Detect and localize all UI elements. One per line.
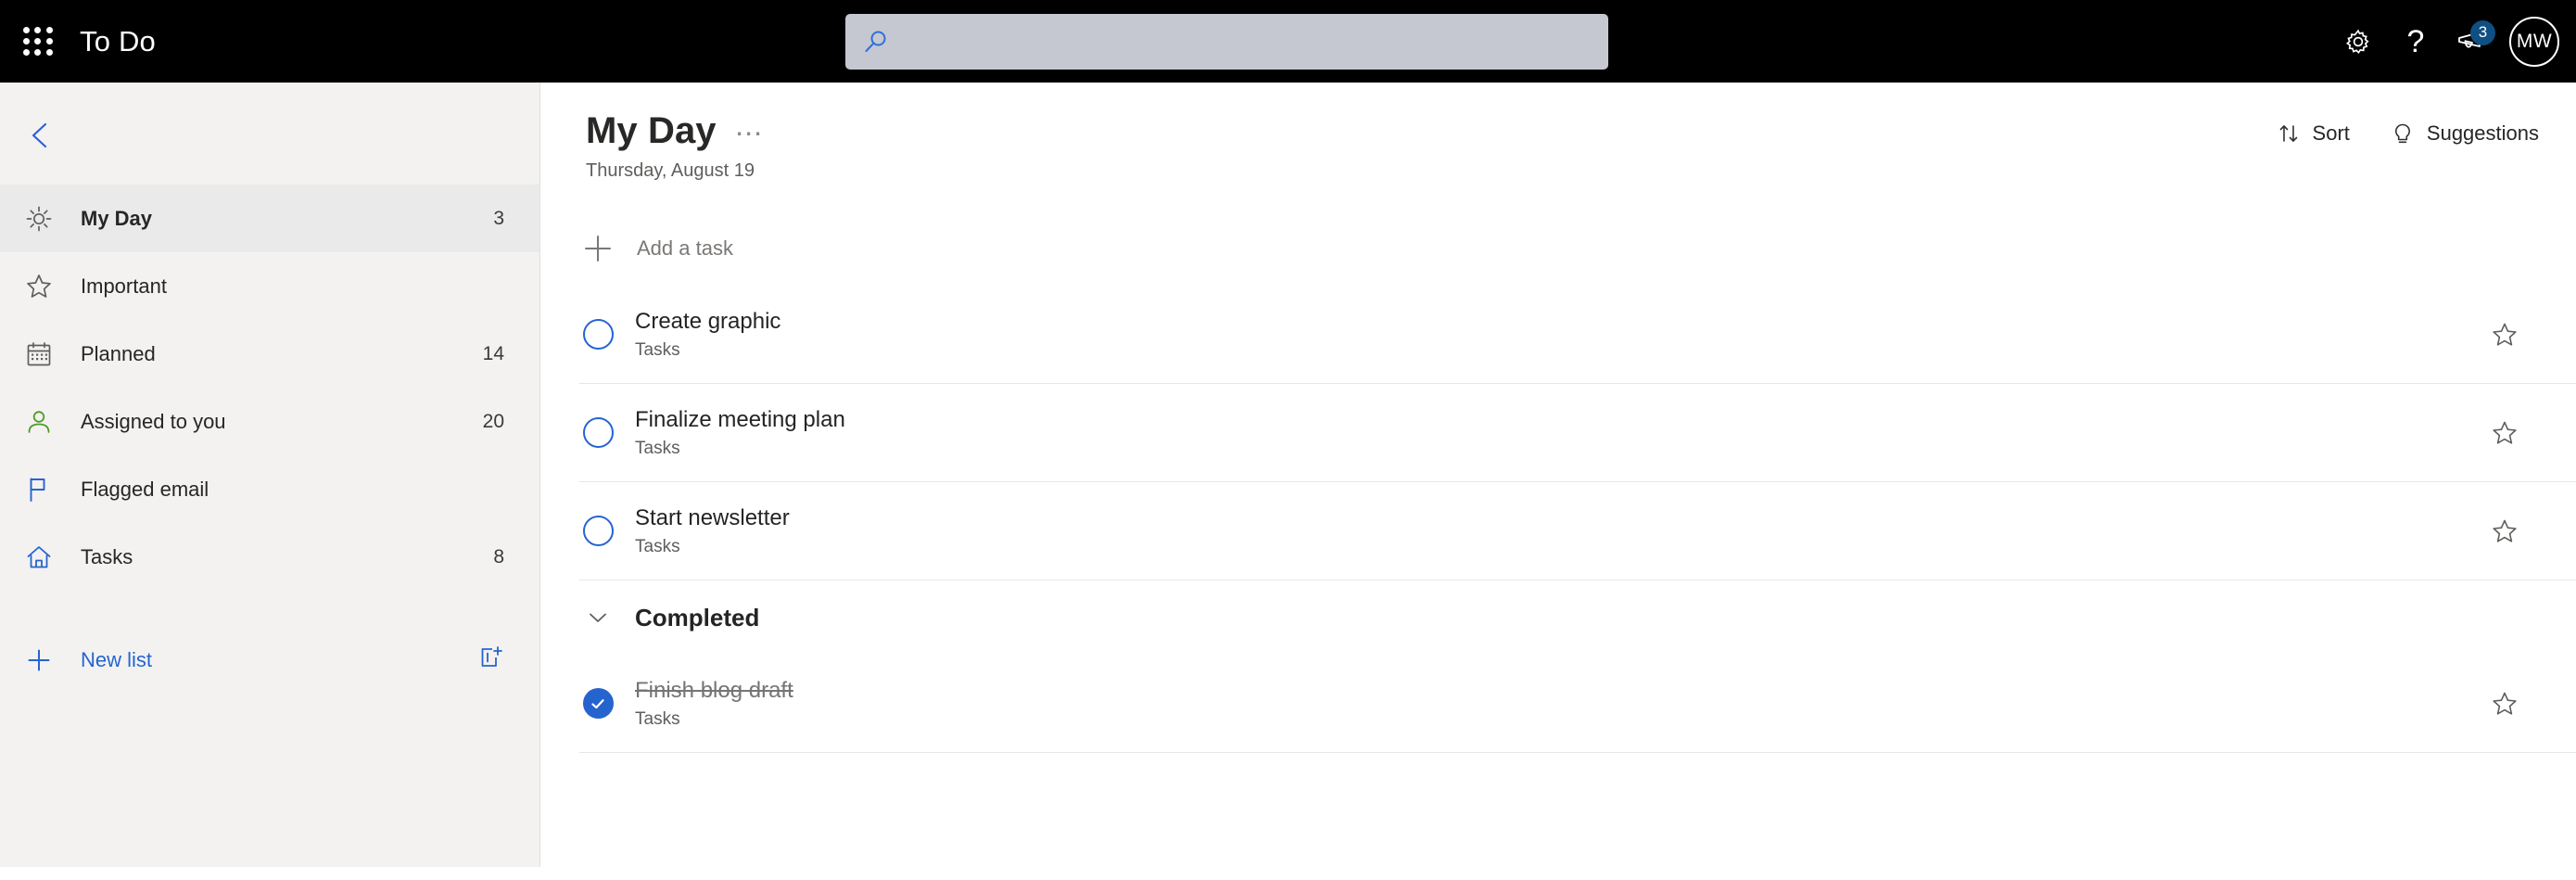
task-texts: Create graphic Tasks [635, 308, 780, 361]
sidebar-item-planned[interactable]: Planned 14 [0, 320, 539, 388]
task-list: Create graphic Tasks Finalize meeting pl… [541, 286, 2576, 753]
new-list-label: New list [81, 648, 153, 671]
plus-icon [579, 233, 616, 264]
top-bar-actions: ? 3 MW [2329, 0, 2576, 83]
header-actions: Sort Suggestions [2277, 121, 2539, 146]
task-row[interactable]: Finalize meeting plan Tasks [579, 384, 2576, 482]
sort-button[interactable]: Sort [2277, 121, 2350, 146]
person-icon [22, 408, 56, 436]
list-header: My Day ⋯ Thursday, August 19 [541, 83, 2576, 182]
sidebar-item-label: Important [81, 274, 167, 298]
flag-icon [22, 476, 56, 504]
app-launcher-waffle-icon[interactable] [19, 23, 57, 60]
notifications-button[interactable]: 3 [2444, 13, 2502, 70]
chevron-left-icon [32, 122, 47, 148]
search-icon [865, 31, 886, 52]
star-icon [22, 273, 56, 300]
page-date: Thursday, August 19 [586, 160, 755, 181]
task-star-icon[interactable] [2486, 414, 2523, 452]
sidebar-item-my-day[interactable]: My Day 3 [0, 185, 539, 252]
suggestions-label: Suggestions [2426, 121, 2539, 145]
task-texts: Finalize meeting plan Tasks [635, 406, 845, 459]
add-task-input[interactable] [635, 215, 2576, 282]
sidebar-item-label: Flagged email [81, 477, 209, 501]
sidebar-item-count: 3 [493, 207, 504, 229]
top-app-bar: To Do ? 3 MW [0, 0, 2576, 83]
sidebar-item-tasks[interactable]: Tasks 8 [0, 523, 539, 591]
chevron-down-icon [579, 606, 616, 630]
help-button[interactable]: ? [2387, 13, 2444, 70]
sidebar-item-label: My Day [81, 206, 153, 230]
calendar-icon [22, 340, 56, 368]
check-icon [582, 688, 614, 719]
list-options-ellipsis-icon[interactable]: ⋯ [735, 120, 766, 148]
sidebar-item-assigned-to-you[interactable]: Assigned to you 20 [0, 388, 539, 455]
task-row[interactable]: Create graphic Tasks [579, 286, 2576, 384]
sidebar: My Day 3 Important Planned 14 Assigned t… [0, 83, 540, 867]
task-texts: Start newsletter Tasks [635, 504, 790, 557]
task-star-icon[interactable] [2486, 316, 2523, 353]
question-mark-icon: ? [2406, 23, 2425, 59]
lightbulb-icon [2394, 123, 2410, 144]
sidebar-item-label: Tasks [81, 544, 133, 568]
task-title: Create graphic [635, 309, 781, 334]
avatar[interactable]: MW [2509, 16, 2559, 67]
task-checkbox[interactable] [579, 316, 616, 353]
task-subtitle: Tasks [635, 537, 680, 556]
collapse-navigation-button[interactable] [7, 103, 72, 168]
task-subtitle: Tasks [635, 340, 680, 360]
new-list-button[interactable]: New list [0, 628, 539, 693]
task-subtitle: Tasks [635, 439, 680, 458]
add-task-row[interactable] [579, 215, 2576, 282]
gear-icon [2346, 29, 2369, 54]
completed-section-label: Completed [635, 603, 760, 631]
sidebar-item-label: Assigned to you [81, 409, 226, 433]
task-row[interactable]: Finish blog draft Tasks [579, 655, 2576, 753]
sidebar-item-important[interactable]: Important [0, 252, 539, 320]
sort-label: Sort [2312, 121, 2350, 145]
task-star-icon[interactable] [2486, 685, 2523, 722]
task-subtitle: Tasks [635, 709, 680, 729]
sort-arrows-icon [2279, 125, 2297, 142]
new-group-icon[interactable] [476, 644, 504, 677]
settings-button[interactable] [2329, 13, 2387, 70]
task-star-icon[interactable] [2486, 513, 2523, 550]
task-title: Finalize meeting plan [635, 407, 845, 432]
task-checkbox[interactable] [579, 513, 616, 550]
suggestions-button[interactable]: Suggestions [2391, 121, 2539, 146]
sidebar-item-count: 14 [482, 342, 504, 364]
search-box[interactable] [845, 13, 1608, 70]
sidebar-item-count: 20 [482, 410, 504, 432]
sidebar-nav-list: My Day 3 Important Planned 14 Assigned t… [0, 185, 539, 591]
sun-icon [22, 205, 56, 233]
completed-section-header[interactable]: Completed [579, 580, 2576, 655]
sidebar-item-count: 8 [493, 545, 504, 568]
sidebar-item-flagged-email[interactable]: Flagged email [0, 455, 539, 523]
search-input[interactable] [902, 13, 1595, 70]
main-content: My Day ⋯ Thursday, August 19 Sort Sugges… [541, 83, 2576, 880]
task-title: Finish blog draft [635, 678, 793, 703]
sidebar-item-label: Planned [81, 341, 156, 365]
task-title: Start newsletter [635, 505, 790, 530]
page-title: My Day [586, 110, 717, 151]
task-checkbox-checked[interactable] [579, 685, 616, 722]
notification-badge: 3 [2470, 19, 2495, 45]
home-icon [22, 543, 56, 571]
task-checkbox[interactable] [579, 414, 616, 452]
plus-icon [22, 646, 56, 674]
task-texts: Finish blog draft Tasks [635, 677, 793, 730]
app-title: To Do [80, 24, 156, 57]
task-row[interactable]: Start newsletter Tasks [579, 482, 2576, 580]
